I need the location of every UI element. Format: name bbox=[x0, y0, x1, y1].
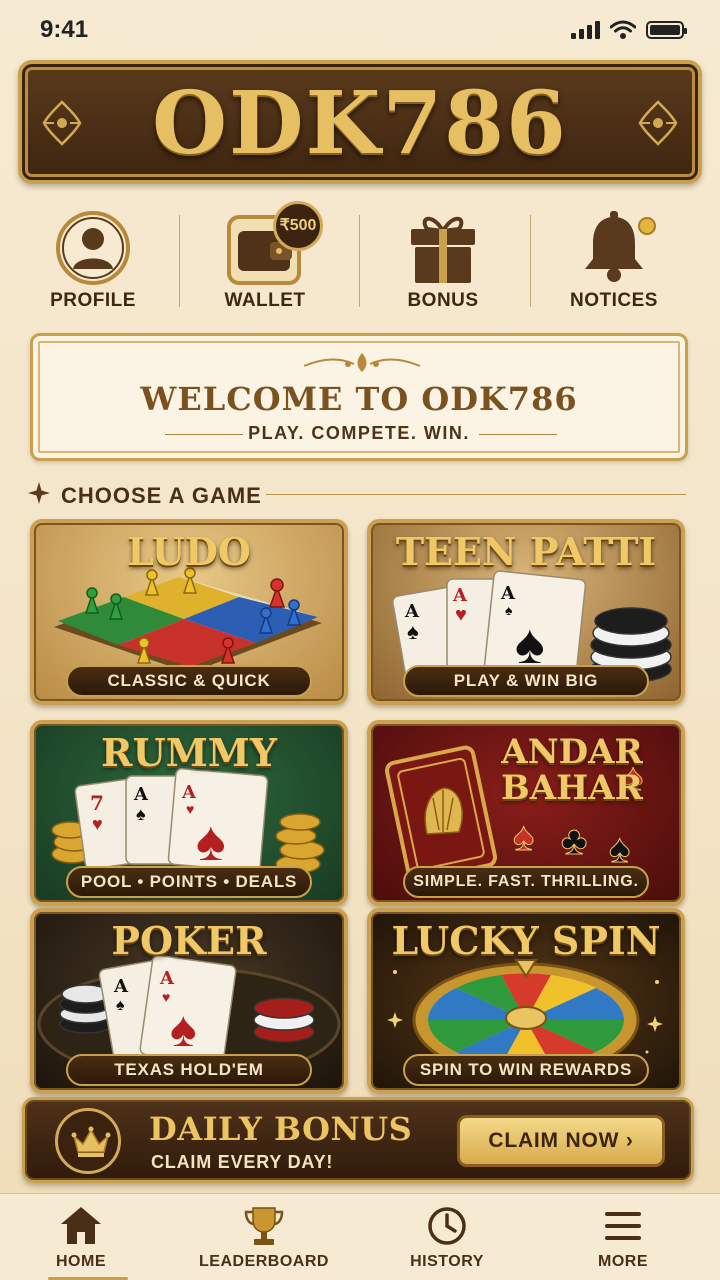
user-icon bbox=[56, 211, 130, 285]
svg-text:A: A bbox=[133, 784, 149, 805]
daily-bonus-banner: DAILY BONUS CLAIM EVERY DAY! CLAIM NOW › bbox=[22, 1097, 694, 1183]
game-title: POKER bbox=[111, 918, 267, 963]
notification-dot bbox=[638, 217, 656, 235]
svg-text:♠: ♠ bbox=[116, 997, 125, 1014]
game-card-lucky-spin[interactable]: LUCKY SPIN SPIN TO WIN REWARDS bbox=[367, 908, 685, 1094]
trophy-icon bbox=[244, 1207, 284, 1245]
bottom-nav: HOME LEADERBOARD HISTORY MORE bbox=[0, 1193, 720, 1280]
section-title: CHOOSE A GAME bbox=[61, 483, 262, 508]
svg-text:A: A bbox=[113, 976, 129, 997]
bottom-nav-more[interactable]: MORE bbox=[548, 1202, 698, 1274]
daily-bonus-title: DAILY BONUS bbox=[149, 1110, 413, 1148]
game-caption: CLASSIC & QUICK bbox=[66, 665, 312, 697]
brand-banner: ODK786 bbox=[18, 60, 702, 184]
game-card-poker[interactable]: A ♠ A ♥ ♠ POKER TEXAS HOLD'EM bbox=[30, 908, 348, 1094]
divider bbox=[479, 434, 557, 435]
clock-icon bbox=[428, 1207, 466, 1245]
quick-nav-bonus[interactable]: BONUS bbox=[368, 205, 518, 315]
welcome-panel: WELCOME TO ODK786 PLAY. COMPETE. WIN. bbox=[30, 333, 688, 461]
ornament-icon bbox=[303, 353, 421, 372]
svg-text:♠: ♠ bbox=[505, 602, 513, 618]
welcome-title: WELCOME TO ODK786 bbox=[140, 380, 578, 418]
svg-text:♠: ♠ bbox=[609, 827, 630, 871]
svg-text:♥: ♥ bbox=[92, 814, 103, 834]
svg-text:♥: ♥ bbox=[455, 604, 467, 626]
crown-badge bbox=[55, 1108, 121, 1174]
bottom-nav-label: LEADERBOARD bbox=[199, 1253, 329, 1270]
signal-icon bbox=[571, 21, 600, 39]
divider bbox=[266, 494, 686, 495]
svg-text:♠: ♠ bbox=[170, 1001, 197, 1057]
svg-text:A: A bbox=[181, 782, 197, 803]
daily-bonus-subtitle: CLAIM EVERY DAY! bbox=[151, 1152, 334, 1172]
game-card-teen-patti[interactable]: A ♠ A ♥ A ♠ ♠ TEEN PATTI PLAY & WIN BIG bbox=[367, 519, 685, 705]
status-icons bbox=[571, 20, 687, 40]
quick-nav-label: WALLET bbox=[224, 290, 306, 311]
game-caption: POOL • POINTS • DEALS bbox=[66, 866, 312, 898]
divider bbox=[179, 215, 180, 307]
welcome-subtitle: PLAY. COMPETE. WIN. bbox=[248, 423, 470, 443]
status-time: 9:41 bbox=[40, 16, 89, 43]
sparkle-icon bbox=[28, 482, 50, 504]
game-title: LUCKY SPIN bbox=[391, 918, 661, 963]
gift-icon bbox=[411, 216, 475, 283]
quick-nav-label: BONUS bbox=[407, 290, 479, 311]
quick-nav-label: PROFILE bbox=[50, 290, 136, 311]
game-caption: TEXAS HOLD'EM bbox=[66, 1054, 312, 1086]
svg-text:7: 7 bbox=[90, 791, 104, 815]
svg-text:A: A bbox=[452, 585, 468, 606]
claim-now-button[interactable]: CLAIM NOW › bbox=[457, 1115, 665, 1167]
quick-nav-wallet[interactable]: ₹500 WALLET bbox=[190, 201, 340, 315]
game-card-andar-bahar[interactable]: ♠ ♣ ♠ ♠ ANDAR BAHAR SIMPLE. FAST. THRILL… bbox=[367, 720, 685, 906]
svg-text:♠: ♠ bbox=[407, 619, 419, 644]
svg-text:A: A bbox=[500, 583, 516, 604]
brand-title: ODK786 bbox=[152, 73, 568, 174]
divider bbox=[530, 215, 531, 307]
svg-text:A: A bbox=[159, 968, 175, 989]
svg-text:♣: ♣ bbox=[561, 819, 587, 863]
bottom-nav-label: HOME bbox=[56, 1253, 106, 1270]
game-title: RUMMY bbox=[101, 730, 277, 775]
flourish-icon bbox=[638, 100, 678, 146]
section-header: CHOOSE A GAME bbox=[28, 480, 688, 510]
game-title: LUDO bbox=[127, 529, 251, 574]
game-card-rummy[interactable]: 7 ♥ A ♠ A ♥ ♠ RUMMY POOL • POINTS • DEAL… bbox=[30, 720, 348, 906]
svg-text:♥: ♥ bbox=[186, 801, 194, 817]
menu-icon bbox=[605, 1212, 641, 1240]
game-title: TEEN PATTI bbox=[395, 529, 657, 574]
bottom-nav-history[interactable]: HISTORY bbox=[372, 1202, 522, 1274]
quick-nav-notices[interactable]: NOTICES bbox=[539, 205, 689, 315]
status-bar: 9:41 bbox=[0, 0, 720, 60]
home-icon bbox=[61, 1207, 101, 1244]
bottom-nav-label: HISTORY bbox=[410, 1253, 484, 1270]
quick-nav-profile[interactable]: PROFILE bbox=[18, 205, 168, 315]
battery-icon bbox=[646, 21, 687, 39]
crown-icon bbox=[71, 1126, 111, 1157]
game-title: ANDAR BAHAR bbox=[501, 732, 643, 808]
divider bbox=[359, 215, 360, 307]
bottom-nav-leaderboard[interactable]: LEADERBOARD bbox=[189, 1202, 339, 1274]
quick-nav: PROFILE ₹500 WALLET BONUS NOTICES bbox=[0, 201, 720, 315]
game-caption: SIMPLE. FAST. THRILLING. bbox=[403, 866, 649, 898]
bottom-nav-label: MORE bbox=[598, 1253, 648, 1270]
game-caption: SPIN TO WIN REWARDS bbox=[403, 1054, 649, 1086]
svg-text:♠: ♠ bbox=[513, 815, 534, 859]
bottom-nav-home[interactable]: HOME bbox=[6, 1202, 156, 1280]
game-card-ludo[interactable]: LUDO CLASSIC & QUICK bbox=[30, 519, 348, 705]
wallet-balance-badge: ₹500 bbox=[273, 201, 323, 251]
quick-nav-label: NOTICES bbox=[570, 290, 658, 311]
svg-text:♠: ♠ bbox=[196, 809, 226, 872]
wifi-icon bbox=[610, 20, 636, 39]
game-caption: PLAY & WIN BIG bbox=[403, 665, 649, 697]
svg-text:♠: ♠ bbox=[136, 804, 146, 824]
